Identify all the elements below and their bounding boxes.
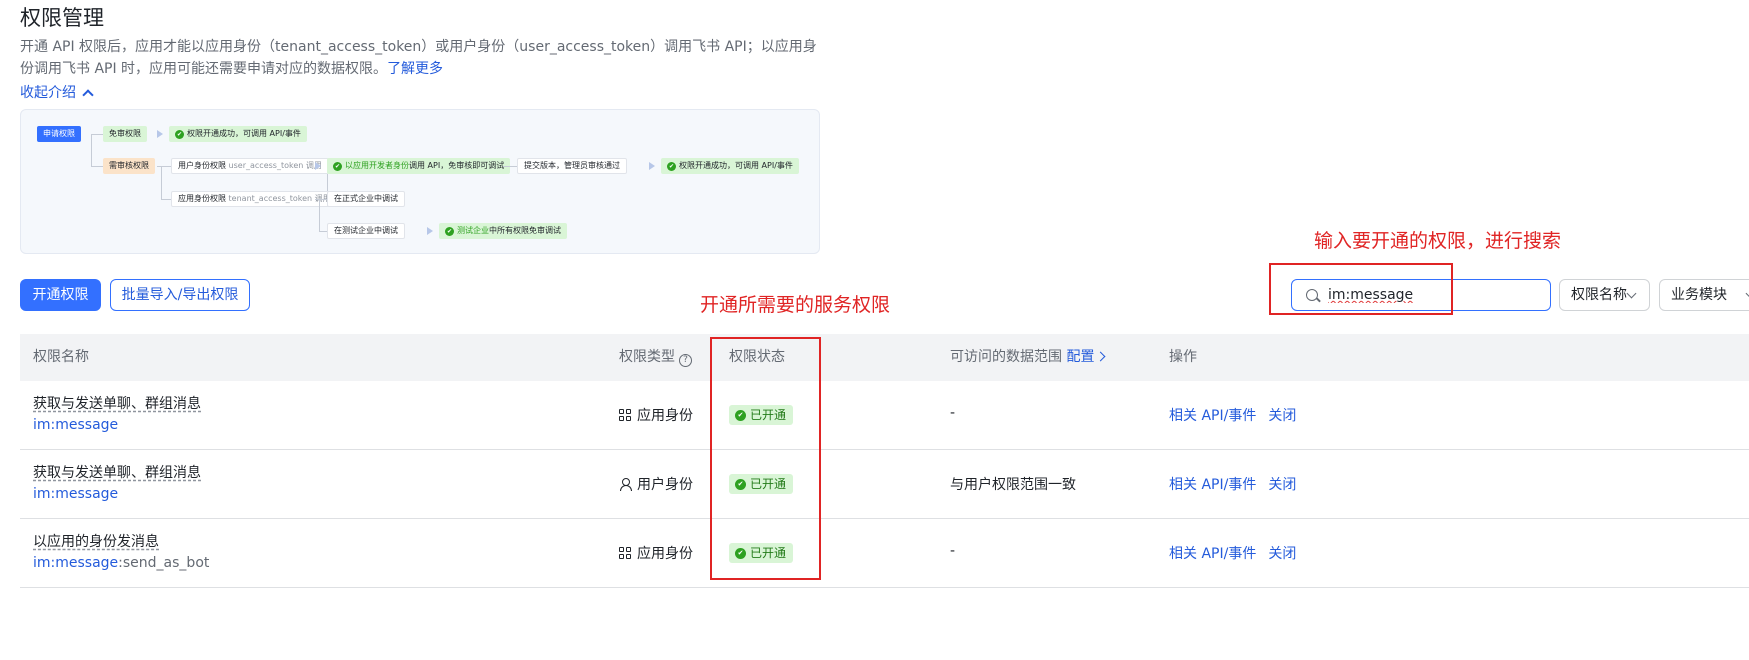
table-row: 获取与发送单聊、群组消息 im:message 应用身份 ✔ 已开通 - 相关 A… bbox=[20, 381, 1749, 450]
flow-prod-debug: 在正式企业中调试 bbox=[327, 191, 405, 207]
permission-flow-diagram: 申请权限 免审权限 权限开通成功，可调用 API/事件 需审核权限 用户身份权限… bbox=[20, 109, 820, 254]
permission-name: 以应用的身份发消息 bbox=[33, 534, 159, 550]
permission-type: 应用身份 bbox=[619, 543, 693, 563]
close-permission-link[interactable]: 关闭 bbox=[1268, 405, 1296, 425]
row-actions: 相关 API/事件 关闭 bbox=[1169, 543, 1296, 563]
permission-name: 获取与发送单聊、群组消息 bbox=[33, 396, 201, 412]
enable-permission-button[interactable]: 开通权限 bbox=[20, 279, 101, 311]
search-annotation-text: 输入要开通的权限，进行搜索 bbox=[1314, 230, 1562, 252]
flow-app-identity: 应用身份权限 tenant_access_token 调用 bbox=[171, 191, 338, 207]
status-annotation-text: 开通所需要的服务权限 bbox=[700, 294, 891, 316]
close-permission-link[interactable]: 关闭 bbox=[1268, 543, 1296, 563]
data-scope: - bbox=[950, 405, 956, 421]
intro-paragraph: 开通 API 权限后，应用才能以应用身份（tenant_access_token… bbox=[20, 36, 820, 80]
flow-submit: 提交版本，管理员审核通过 bbox=[517, 158, 627, 174]
permission-code: im:message bbox=[33, 486, 119, 502]
search-annotation-box bbox=[1269, 263, 1453, 315]
flow-user-identity: 用户身份权限 user_access_token 调用 bbox=[171, 158, 329, 174]
business-module-select[interactable]: 业务模块 bbox=[1659, 279, 1749, 311]
grid-icon bbox=[619, 408, 632, 422]
batch-import-export-button[interactable]: 批量导入/导出权限 bbox=[110, 279, 250, 311]
search-field-select[interactable]: 权限名称 bbox=[1559, 279, 1650, 311]
row-actions: 相关 API/事件 关闭 bbox=[1169, 474, 1296, 494]
flow-review: 需审核权限 bbox=[103, 158, 155, 174]
flow-apply: 申请权限 bbox=[37, 126, 81, 142]
chevron-down-icon bbox=[1745, 288, 1749, 299]
data-scope: - bbox=[950, 543, 956, 559]
related-api-link[interactable]: 相关 API/事件 bbox=[1169, 405, 1256, 425]
permission-type: 应用身份 bbox=[619, 405, 693, 425]
close-permission-link[interactable]: 关闭 bbox=[1268, 474, 1296, 494]
flow-dev-identity: 以应用开发者身份调用 API，免审核即可调试 bbox=[327, 158, 511, 174]
data-scope: 与用户权限范围一致 bbox=[950, 477, 1076, 493]
grid-icon bbox=[619, 546, 632, 560]
header-data-scope: 可访问的数据范围 配置 bbox=[950, 334, 1106, 381]
help-icon[interactable]: ? bbox=[679, 354, 692, 367]
flow-free: 免审权限 bbox=[103, 126, 147, 142]
permission-code: im:message bbox=[33, 417, 119, 433]
header-permission-name: 权限名称 bbox=[33, 349, 89, 365]
header-permission-type: 权限类型? bbox=[619, 334, 692, 381]
user-icon bbox=[619, 477, 632, 491]
flow-test-result: 测试企业中所有权限免审调试 bbox=[439, 223, 567, 239]
flow-test-debug: 在测试企业中调试 bbox=[327, 223, 405, 239]
flow-free-result: 权限开通成功，可调用 API/事件 bbox=[169, 126, 307, 142]
page-title: 权限管理 bbox=[20, 6, 104, 30]
chevron-down-icon bbox=[1626, 288, 1637, 299]
permission-code: im:message:send_as_bot bbox=[33, 555, 210, 571]
collapse-intro-link[interactable]: 收起介绍 bbox=[20, 82, 94, 102]
permission-type: 用户身份 bbox=[619, 474, 693, 494]
table-row: 以应用的身份发消息 im:message:send_as_bot 应用身份 ✔ 已… bbox=[20, 519, 1749, 588]
status-annotation-box bbox=[710, 337, 821, 580]
business-module-select-label: 业务模块 bbox=[1671, 287, 1727, 303]
related-api-link[interactable]: 相关 API/事件 bbox=[1169, 543, 1256, 563]
table-row: 获取与发送单聊、群组消息 im:message 用户身份 ✔ 已开通 与用户权限范… bbox=[20, 450, 1749, 519]
row-actions: 相关 API/事件 关闭 bbox=[1169, 405, 1296, 425]
chevron-right-icon bbox=[1096, 351, 1106, 362]
search-field-select-label: 权限名称 bbox=[1571, 287, 1627, 303]
collapse-intro-label: 收起介绍 bbox=[20, 85, 76, 101]
permission-name: 获取与发送单聊、群组消息 bbox=[33, 465, 201, 481]
config-scope-link[interactable]: 配置 bbox=[1066, 349, 1106, 365]
flow-review-result: 权限开通成功，可调用 API/事件 bbox=[661, 158, 799, 174]
chevron-up-icon bbox=[82, 88, 94, 101]
related-api-link[interactable]: 相关 API/事件 bbox=[1169, 474, 1256, 494]
table-header: 权限名称 权限类型? 权限状态 可访问的数据范围 配置 操作 bbox=[20, 334, 1749, 381]
header-actions: 操作 bbox=[1169, 349, 1197, 365]
learn-more-link[interactable]: 了解更多 bbox=[387, 61, 443, 77]
